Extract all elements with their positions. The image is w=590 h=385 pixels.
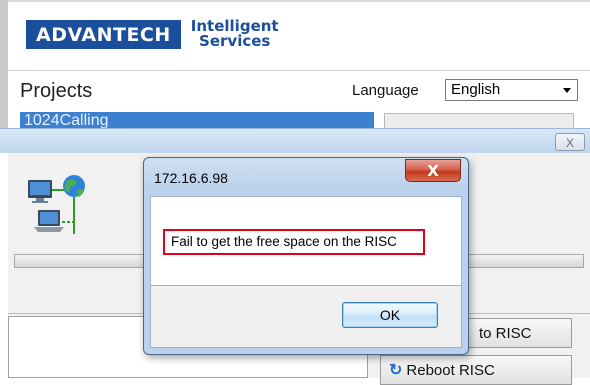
brand-tagline: Intelligent Services (191, 19, 279, 49)
close-icon: X (427, 161, 439, 180)
window-top-edge (0, 0, 590, 2)
brand-name: ADVANTECH (26, 19, 181, 49)
projects-label: Projects (20, 80, 93, 102)
reboot-risc-button[interactable]: ↻ Reboot RISC (380, 355, 572, 385)
advantech-logo: ADVANTECH Intelligent Services (26, 16, 279, 52)
message-text: Fail to get the free space on the RISC (171, 234, 397, 249)
message-box-title: 172.16.6.98 (154, 170, 228, 186)
language-select-value: English (451, 81, 501, 98)
reboot-risc-label: Reboot RISC (406, 361, 495, 379)
copy-to-risc-label: to RISC (479, 324, 532, 342)
background-dialog-titlebar (0, 129, 590, 153)
background-dialog-close-button[interactable]: X (555, 133, 585, 151)
header-divider (8, 70, 590, 71)
network-computers-icon (28, 175, 85, 234)
language-label: Language (352, 82, 419, 99)
reboot-icon: ↻ (389, 362, 403, 379)
ok-button-label: OK (379, 307, 401, 323)
chevron-down-icon (563, 88, 571, 93)
brand-tagline-line2: Services (199, 32, 271, 50)
message-box-close-button[interactable]: X (405, 159, 461, 182)
ok-button[interactable]: OK (342, 302, 438, 328)
language-select[interactable]: English (445, 79, 578, 101)
